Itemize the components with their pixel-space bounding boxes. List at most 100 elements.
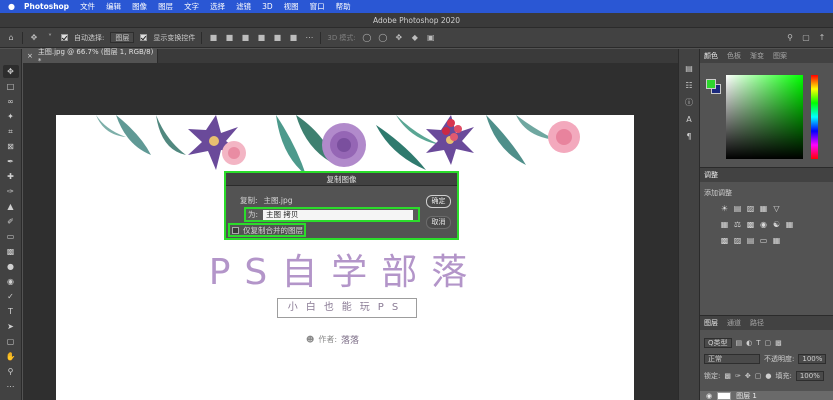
- tab-color[interactable]: 颜色: [704, 51, 718, 61]
- healing-tool-icon[interactable]: ✚: [3, 170, 19, 183]
- align-top-icon[interactable]: ■: [208, 33, 218, 43]
- align-right-icon[interactable]: ■: [288, 33, 298, 43]
- move-tool-icon[interactable]: ✥: [2, 65, 19, 78]
- quick-select-tool-icon[interactable]: ✦: [3, 110, 19, 123]
- history-icon[interactable]: ▤: [682, 63, 696, 75]
- gradient-tool-icon[interactable]: ▩: [3, 245, 19, 258]
- menu-edit[interactable]: 编辑: [106, 1, 121, 12]
- filter-shape-icon[interactable]: ▢: [765, 339, 772, 347]
- menu-window[interactable]: 窗口: [310, 1, 325, 12]
- menu-file[interactable]: 文件: [80, 1, 95, 12]
- 3d-roll-icon[interactable]: ◯: [378, 33, 388, 43]
- menu-view[interactable]: 视图: [284, 1, 299, 12]
- photo-filter-icon[interactable]: ◉: [759, 220, 768, 229]
- filter-adjust-icon[interactable]: ◐: [746, 339, 752, 347]
- type-tool-icon[interactable]: T: [3, 305, 19, 318]
- path-select-tool-icon[interactable]: ➤: [3, 320, 19, 333]
- tab-paths[interactable]: 路径: [750, 318, 764, 328]
- move-tool-icon[interactable]: ✥: [29, 33, 39, 43]
- menu-help[interactable]: 帮助: [336, 1, 351, 12]
- merged-only-checkbox[interactable]: [232, 226, 239, 234]
- fill-input[interactable]: 100%: [795, 371, 824, 381]
- align-bottom-icon[interactable]: ■: [240, 33, 250, 43]
- properties-icon[interactable]: ☷: [682, 80, 696, 92]
- brightness-icon[interactable]: ☀: [720, 204, 729, 213]
- shape-tool-icon[interactable]: ▢: [3, 335, 19, 348]
- workspace-icon[interactable]: ▢: [801, 33, 811, 43]
- menu-3d[interactable]: 3D: [262, 2, 273, 11]
- home-icon[interactable]: ⌂: [6, 33, 16, 43]
- menu-layer[interactable]: 图层: [158, 1, 173, 12]
- hue-slider[interactable]: [811, 75, 818, 159]
- tab-patterns[interactable]: 图案: [773, 51, 787, 61]
- 3d-slide-icon[interactable]: ◆: [410, 33, 420, 43]
- menu-type[interactable]: 文字: [184, 1, 199, 12]
- filter-smart-icon[interactable]: ▩: [775, 339, 782, 347]
- foreground-color-swatch[interactable]: [706, 79, 716, 89]
- tab-gradients[interactable]: 渐变: [750, 51, 764, 61]
- more-tools-icon[interactable]: ⋯: [3, 380, 19, 393]
- search-icon[interactable]: ⚲: [785, 33, 795, 43]
- history-brush-tool-icon[interactable]: ✐: [3, 215, 19, 228]
- blur-tool-icon[interactable]: ●: [3, 260, 19, 273]
- threshold-icon[interactable]: ▤: [746, 236, 755, 245]
- chevron-down-icon[interactable]: ˅: [45, 33, 55, 43]
- black-white-icon[interactable]: ▩: [746, 220, 755, 229]
- merged-only-row[interactable]: 仅复制合并的图层: [228, 223, 306, 237]
- stamp-tool-icon[interactable]: ▲: [3, 200, 19, 213]
- eraser-tool-icon[interactable]: ▭: [3, 230, 19, 243]
- channel-mixer-icon[interactable]: ☯: [772, 220, 781, 229]
- more-icon[interactable]: ⋯: [304, 33, 314, 43]
- color-balance-icon[interactable]: ⚖: [733, 220, 742, 229]
- menu-image[interactable]: 图像: [132, 1, 147, 12]
- as-name-input[interactable]: 主图 拷贝: [263, 209, 414, 220]
- curves-icon[interactable]: ▨: [746, 204, 755, 213]
- brush-tool-icon[interactable]: ✑: [3, 185, 19, 198]
- layer-filter-dropdown[interactable]: Q类型: [704, 338, 732, 348]
- tab-adjustments[interactable]: 调整: [704, 170, 718, 180]
- align-hcenter-icon[interactable]: ■: [272, 33, 282, 43]
- ok-button[interactable]: 确定: [426, 195, 451, 208]
- blend-mode-dropdown[interactable]: 正常: [704, 354, 760, 364]
- vibrance-icon[interactable]: ▽: [772, 204, 781, 213]
- align-left-icon[interactable]: ■: [256, 33, 266, 43]
- pen-tool-icon[interactable]: ✓: [3, 290, 19, 303]
- auto-select-dropdown[interactable]: 图层: [110, 32, 135, 43]
- levels-icon[interactable]: ▤: [733, 204, 742, 213]
- color-field[interactable]: [726, 75, 803, 159]
- lock-position-icon[interactable]: ✥: [745, 372, 751, 380]
- posterize-icon[interactable]: ▨: [733, 236, 742, 245]
- 3d-scale-icon[interactable]: ▣: [426, 33, 436, 43]
- auto-select-checkbox[interactable]: [61, 34, 68, 41]
- lasso-tool-icon[interactable]: ∞: [3, 95, 19, 108]
- hue-saturation-icon[interactable]: ▦: [720, 220, 729, 229]
- color-lookup-icon[interactable]: ▦: [785, 220, 794, 229]
- selective-color-icon[interactable]: ▦: [772, 236, 781, 245]
- artboard[interactable]: PS自学部落 小白也能玩PS ☻ 作者: 落落: [56, 115, 634, 400]
- 3d-orbit-icon[interactable]: ◯: [362, 33, 372, 43]
- frame-tool-icon[interactable]: ⊠: [3, 140, 19, 153]
- visibility-icon[interactable]: ◉: [706, 392, 712, 400]
- lock-transparent-icon[interactable]: ▩: [724, 372, 731, 380]
- apple-icon[interactable]: ●: [8, 2, 18, 11]
- menu-filter[interactable]: 滤镜: [236, 1, 251, 12]
- invert-icon[interactable]: ▩: [720, 236, 729, 245]
- document-tab[interactable]: × 主图.jpg @ 66.7% (图层 1, RGB/8) *: [23, 48, 158, 65]
- tab-layers[interactable]: 图层: [704, 318, 718, 328]
- lock-all-icon[interactable]: ●: [765, 372, 771, 380]
- crop-tool-icon[interactable]: ⌗: [3, 125, 19, 138]
- info-icon[interactable]: ⓘ: [682, 97, 696, 109]
- close-icon[interactable]: ×: [27, 52, 33, 60]
- show-transform-checkbox[interactable]: [140, 34, 148, 41]
- lock-artboard-icon[interactable]: ▢: [755, 372, 762, 380]
- tab-channels[interactable]: 通道: [727, 318, 741, 328]
- opacity-input[interactable]: 100%: [798, 354, 827, 364]
- dodge-tool-icon[interactable]: ◉: [3, 275, 19, 288]
- menu-photoshop[interactable]: Photoshop: [24, 2, 69, 11]
- tab-swatches[interactable]: 色板: [727, 51, 741, 61]
- hand-tool-icon[interactable]: ✋: [3, 350, 19, 363]
- zoom-tool-icon[interactable]: ⚲: [3, 365, 19, 378]
- layer-row[interactable]: ◉ 图层 1: [700, 391, 833, 400]
- menu-select[interactable]: 选择: [210, 1, 225, 12]
- share-icon[interactable]: ↑: [817, 33, 827, 43]
